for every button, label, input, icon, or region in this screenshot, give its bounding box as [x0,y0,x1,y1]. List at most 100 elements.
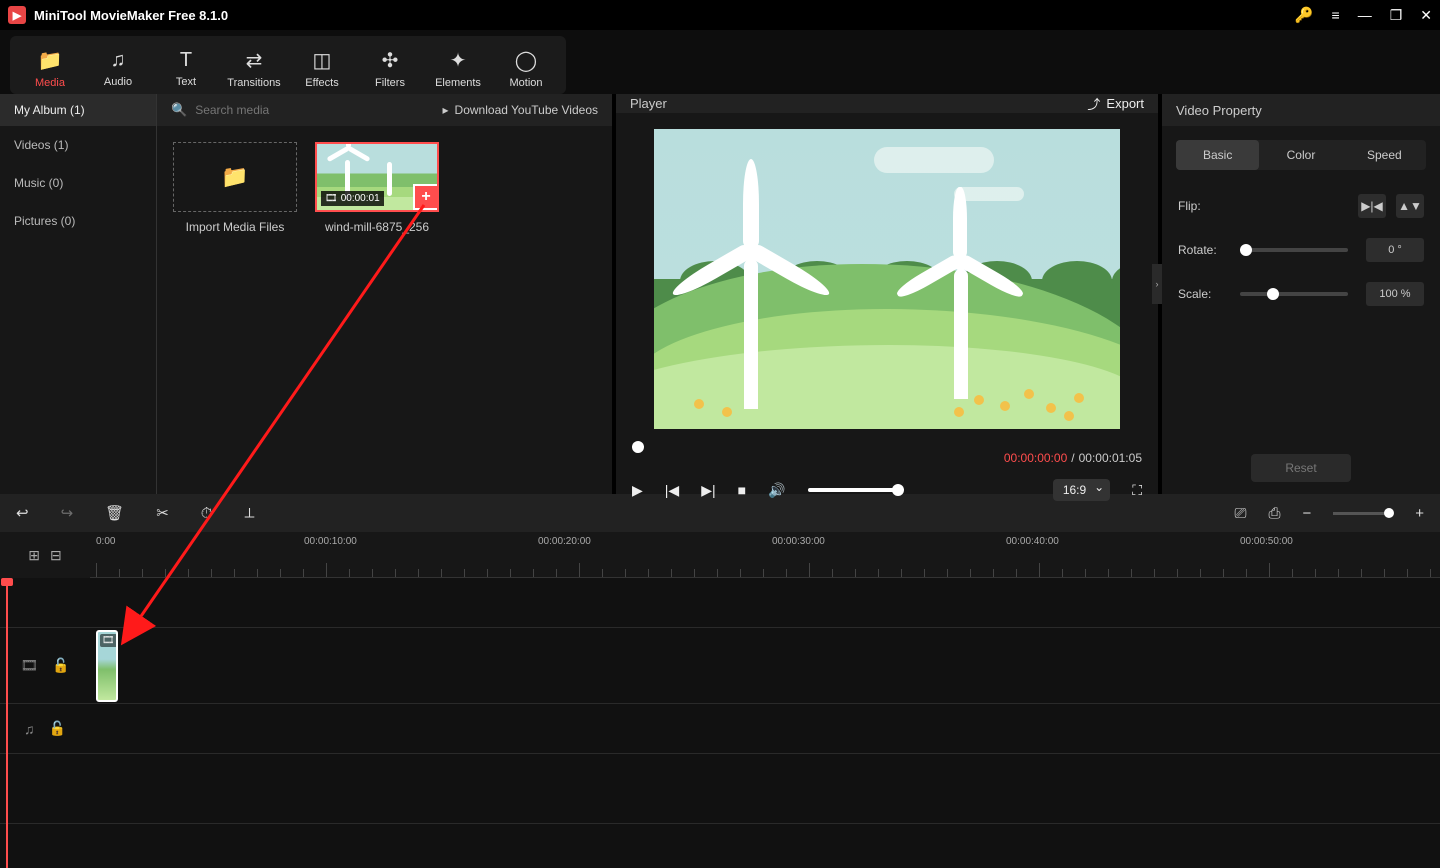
download-youtube-label: Download YouTube Videos [455,103,598,117]
stop-button[interactable]: ■ [738,482,746,498]
timeline-ruler[interactable]: 0:00 00:00:10:0000:00:20:0000:00:30:0000… [90,532,1440,578]
rotate-slider[interactable] [1240,248,1348,252]
property-tab-color[interactable]: Color [1259,140,1342,170]
playhead[interactable] [6,578,8,868]
delete-button[interactable]: 🗑 [105,504,124,522]
close-icon[interactable]: ✕ [1420,7,1432,24]
search-input[interactable] [195,103,434,117]
video-track-lock-icon[interactable]: 🔓 [52,657,69,674]
rotate-label: Rotate: [1178,243,1230,257]
category-tab-row: 📁 Media ♫AudioTText ⇄ Transitions ◫Effects✣Fi… [0,30,1440,94]
minimize-icon[interactable]: — [1358,7,1372,23]
media-panel: 🔍 ▸ Download YouTube Videos 📁 Import Med… [157,94,612,494]
zoom-marker-button[interactable]: ⎙ [1268,505,1280,522]
fullscreen-button[interactable]: ⛶ [1132,482,1142,499]
category-tab-media[interactable]: 📁 Media [18,42,82,94]
scale-value[interactable]: 100 % [1366,282,1424,306]
timeline-clip[interactable]: 🎞 [96,630,118,702]
redo-button[interactable]: ↪ [61,504,74,522]
category-tab-label: Media [35,77,65,89]
video-track-icon: 🎞 [20,657,38,674]
elements-icon: ✦ [450,48,467,73]
media-sidebar: My Album (1) Videos (1)Music (0)Pictures… [0,94,157,494]
media-clip-tile[interactable]: 🎞00:00:01 + wind-mill-6875_256 [315,142,439,234]
split-button[interactable]: ✂ [156,504,169,522]
category-tab-transitions[interactable]: ⇄ Transitions [222,42,286,94]
zoom-fit-button[interactable]: ⎚ [1234,505,1246,522]
audio-icon: ♫ [111,49,126,72]
category-tab-label: Motion [509,77,542,89]
category-tab-label: Filters [375,77,405,89]
ruler-tick: 00:00:30:00 [772,536,825,547]
next-frame-button[interactable]: ▶| [701,482,715,499]
title-bar: ▶ MiniTool MovieMaker Free 8.1.0 🔑 ≡ — ❐… [0,0,1440,30]
category-tab-elements[interactable]: ✦Elements [426,42,490,94]
video-track[interactable]: 🎞 🔓 🎞 [0,628,1440,704]
play-button[interactable]: ▶ [632,482,643,499]
film-icon: 🎞 [325,193,338,204]
category-tab-motion[interactable]: ◯Motion [494,42,558,94]
scale-slider[interactable] [1240,292,1348,296]
sidebar-header[interactable]: My Album (1) [0,94,156,126]
property-panel: › Video Property BasicColorSpeed Flip: ▶… [1158,94,1440,494]
category-tab-audio[interactable]: ♫Audio [86,42,150,94]
timeline-collapse-icon[interactable]: ⊟ [50,547,62,564]
audio-track[interactable]: ♫ 🔓 [0,704,1440,754]
import-media-tile[interactable]: 📁 Import Media Files [173,142,297,234]
player-time: 00:00:00:00 / 00:00:01:05 [616,445,1158,471]
undo-button[interactable]: ↩ [16,504,29,522]
upgrade-key-icon[interactable]: 🔑 [1295,6,1314,24]
prev-frame-button[interactable]: |◀ [665,482,679,499]
aspect-ratio-select[interactable]: 16:9 [1053,479,1110,501]
category-tab-filters[interactable]: ✣Filters [358,42,422,94]
add-to-timeline-button[interactable]: + [413,184,439,210]
ruler-tick: 00:00:10:00 [304,536,357,547]
property-tab-speed[interactable]: Speed [1343,140,1426,170]
export-label: Export [1106,96,1144,111]
category-tab-label: Transitions [227,77,280,89]
zoom-slider[interactable] [1333,512,1393,515]
volume-icon[interactable]: 🔊 [768,482,785,499]
media-icon: 📁 [38,48,63,73]
media-clip-label: wind-mill-6875_256 [315,220,439,234]
app-title: MiniTool MovieMaker Free 8.1.0 [34,8,1295,23]
timeline-add-icon[interactable]: ⊞ [28,547,40,564]
zoom-out-button[interactable]: − [1302,505,1311,522]
sidebar-item[interactable]: Pictures (0) [0,202,156,240]
crop-button[interactable]: ⟂ [244,505,254,522]
audio-track-icon: ♫ [24,721,35,737]
scale-label: Scale: [1178,287,1230,301]
audio-track-lock-icon[interactable]: 🔓 [49,720,66,737]
sidebar-item[interactable]: Music (0) [0,164,156,202]
flip-vertical-button[interactable]: ▲▼ [1396,194,1424,218]
video-preview[interactable] [616,113,1158,445]
category-tab-label: Effects [305,77,338,89]
media-clip-thumbnail[interactable]: 🎞00:00:01 + [315,142,439,212]
player-panel: Player ⤴ Export [612,94,1158,494]
menu-icon[interactable]: ≡ [1332,7,1340,23]
category-tab-effects[interactable]: ◫Effects [290,42,354,94]
player-title: Player [630,96,667,111]
text-icon: T [180,49,192,72]
rotate-value[interactable]: 0 ° [1366,238,1424,262]
flip-horizontal-button[interactable]: ▶|◀ [1358,194,1386,218]
zoom-in-button[interactable]: + [1415,505,1424,522]
sidebar-item[interactable]: Videos (1) [0,126,156,164]
timeline-tracks: 🎞 🔓 🎞 ♫ 🔓 [0,578,1440,868]
maximize-icon[interactable]: ❐ [1390,7,1403,24]
search-icon: 🔍 [171,102,187,118]
clip-video-icon: 🎞 [100,634,117,647]
property-tab-basic[interactable]: Basic [1176,140,1259,170]
app-logo: ▶ [8,6,26,24]
reset-button[interactable]: Reset [1251,454,1351,482]
collapse-property-button[interactable]: › [1152,264,1162,304]
transitions-icon: ⇄ [246,48,263,73]
ruler-tick: 00:00:50:00 [1240,536,1293,547]
category-tab-text[interactable]: TText [154,42,218,94]
volume-slider[interactable] [808,488,898,492]
download-youtube-link[interactable]: ▸ Download YouTube Videos [443,103,598,117]
ruler-tick-0: 0:00 [96,536,115,547]
speed-button[interactable]: ⏱ [201,505,213,522]
export-icon: ⤴ [1087,94,1100,113]
export-button[interactable]: ⤴ Export [1087,94,1144,113]
